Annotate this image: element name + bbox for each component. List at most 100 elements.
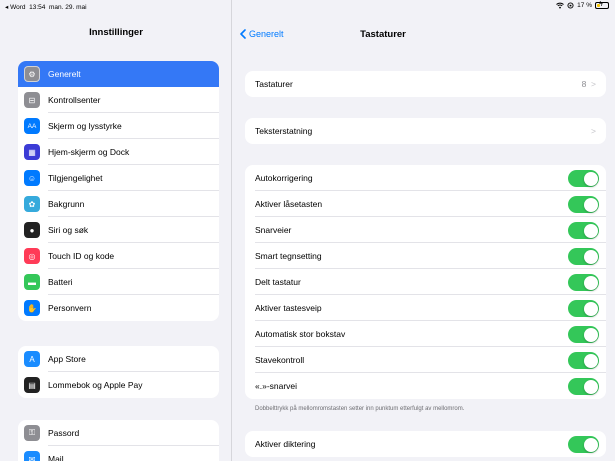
- sidebar-item-passord[interactable]: ⚿ Passord: [18, 420, 219, 446]
- sidebar-group: ⚿ Passord ✉ Mail: [18, 420, 219, 461]
- sidebar-item-label: Touch ID og kode: [48, 251, 115, 261]
- back-to-app-link[interactable]: ◂ Word: [5, 4, 25, 11]
- toggle-knob: [583, 249, 598, 264]
- setting-toggle-automatisk-stor-bokstav[interactable]: [568, 326, 599, 343]
- setting-label: Autokorrigering: [255, 173, 313, 183]
- sidebar-item-app-store[interactable]: A App Store: [18, 346, 219, 372]
- toggle-knob: [583, 171, 598, 186]
- sidebar-item-lommebok-og-apple-pay[interactable]: ▤ Lommebok og Apple Pay: [18, 372, 219, 398]
- mail-icon: ✉: [24, 451, 40, 461]
- setting-label: Aktiver låsetasten: [255, 199, 323, 209]
- wallet-icon: ▤: [24, 377, 40, 393]
- sidebar-item-label: Bakgrunn: [48, 199, 85, 209]
- sidebar-item-tilgjengelighet[interactable]: ☺ Tilgjengelighet: [18, 165, 219, 191]
- sidebar-item-label: Siri og søk: [48, 225, 89, 235]
- sidebar-title: Innstillinger: [89, 27, 143, 38]
- sidebar-item-label: Tilgjengelighet: [48, 173, 103, 183]
- sidebar-item-label: Passord: [48, 428, 80, 438]
- setting-label: Smart tegnsetting: [255, 251, 322, 261]
- app-store-icon: A: [24, 351, 40, 367]
- chevron-right-icon: >: [591, 79, 596, 89]
- text-replacement-label: Teksterstatning: [255, 126, 313, 136]
- status-time: 13:54: [29, 4, 46, 11]
- key-icon: ⚿: [24, 425, 40, 441]
- status-date: man. 29. mai: [49, 4, 87, 11]
- period-shortcut-footnote: Dobbelttrykk på mellomromstasten setter …: [255, 406, 465, 412]
- text-replacement-group: Teksterstatning >: [245, 118, 606, 144]
- control-center-icon: ⊟: [24, 92, 40, 108]
- setting-toggle-autokorrigering[interactable]: [568, 170, 599, 187]
- setting-label: Stavekontroll: [255, 355, 305, 365]
- sidebar-item-label: Generelt: [48, 69, 81, 79]
- sidebar-item-touch-id-og-kode[interactable]: ◎ Touch ID og kode: [18, 243, 219, 269]
- sidebar-item-label: App Store: [48, 354, 86, 364]
- sidebar-item-mail[interactable]: ✉ Mail: [18, 446, 219, 461]
- home-screen-icon: ▦: [24, 144, 40, 160]
- sidebar: Innstillinger ⚙ Generelt ⊟ Kontrollsenter AA…: [0, 0, 232, 461]
- setting-label: Aktiver tastesveip: [255, 303, 322, 313]
- toggles-group: Autokorrigering Aktiver låsetasten Snarvei…: [245, 165, 606, 399]
- keyboards-count: 8 >: [581, 79, 596, 89]
- sidebar-item-label: Mail: [48, 454, 64, 461]
- toggle-knob: [583, 379, 598, 394]
- setting-toggle-aktiver-tastesveip[interactable]: [568, 300, 599, 317]
- sidebar-item-label: Kontrollsenter: [48, 95, 101, 105]
- accessibility-icon: ☺: [24, 170, 40, 186]
- toggle-knob: [583, 353, 598, 368]
- battery-indicator-icon: ϟ: [595, 1, 609, 9]
- status-left: ◂ Word 13:54 man. 29. mai: [5, 3, 87, 11]
- wallpaper-icon: ✿: [24, 196, 40, 212]
- sidebar-item-label: Personvern: [48, 303, 92, 313]
- fingerprint-icon: ◎: [24, 248, 40, 264]
- setting-toggle-stavekontroll[interactable]: [568, 352, 599, 369]
- detail-header: Generelt Tastaturer: [233, 14, 615, 50]
- siri-icon: ●: [24, 222, 40, 238]
- page-title: Tastaturer: [360, 29, 406, 40]
- wifi-icon: [556, 2, 565, 9]
- text-replacement-row[interactable]: Teksterstatning >: [245, 118, 606, 144]
- setting-row-delt-tastatur: Delt tastatur: [245, 269, 606, 295]
- setting-row-aktiver-låsetasten: Aktiver låsetasten: [245, 191, 606, 217]
- setting-toggle-aktiver-låsetasten[interactable]: [568, 196, 599, 213]
- sidebar-item-generelt[interactable]: ⚙ Generelt: [18, 61, 219, 87]
- setting-row-aktiver-tastesveip: Aktiver tastesveip: [245, 295, 606, 321]
- sidebar-item-kontrollsenter[interactable]: ⊟ Kontrollsenter: [18, 87, 219, 113]
- hand-icon: ✋: [24, 300, 40, 316]
- setting-toggle-delt-tastatur[interactable]: [568, 274, 599, 291]
- toggle-knob: [583, 275, 598, 290]
- dictation-group: Aktiver diktering: [245, 431, 606, 457]
- status-bar: ◂ Word 13:54 man. 29. mai 17 % ϟ: [0, 0, 615, 14]
- sidebar-item-siri-og-søk[interactable]: ● Siri og søk: [18, 217, 219, 243]
- toggle-knob: [583, 301, 598, 316]
- setting-row-smart-tegnsetting: Smart tegnsetting: [245, 243, 606, 269]
- battery-icon: ▬: [24, 274, 40, 290]
- sidebar-item-label: Skjerm og lysstyrke: [48, 121, 122, 131]
- sidebar-item-label: Lommebok og Apple Pay: [48, 380, 143, 390]
- chevron-right-icon: >: [591, 126, 596, 136]
- battery-percent: 17 %: [577, 2, 592, 9]
- setting-toggle-snarvei[interactable]: [568, 378, 599, 395]
- setting-row-stavekontroll: Stavekontroll: [245, 347, 606, 373]
- setting-row-snarvei: «.»-snarvei: [245, 373, 606, 399]
- setting-label: «.»-snarvei: [255, 381, 298, 391]
- dictation-label: Aktiver diktering: [255, 439, 316, 449]
- sidebar-group: A App Store ▤ Lommebok og Apple Pay: [18, 346, 219, 398]
- setting-toggle-smart-tegnsetting[interactable]: [568, 248, 599, 265]
- sidebar-item-skjerm-og-lysstyrke[interactable]: AA Skjerm og lysstyrke: [18, 113, 219, 139]
- setting-row-autokorrigering: Autokorrigering: [245, 165, 606, 191]
- status-right: 17 % ϟ: [556, 1, 609, 9]
- setting-row-automatisk-stor-bokstav: Automatisk stor bokstav: [245, 321, 606, 347]
- sidebar-item-batteri[interactable]: ▬ Batteri: [18, 269, 219, 295]
- setting-label: Automatisk stor bokstav: [255, 329, 346, 339]
- sidebar-item-hjem-skjerm-og-dock[interactable]: ▦ Hjem-skjerm og Dock: [18, 139, 219, 165]
- toggle-knob: [583, 327, 598, 342]
- dictation-toggle[interactable]: [568, 436, 599, 453]
- sidebar-item-bakgrunn[interactable]: ✿ Bakgrunn: [18, 191, 219, 217]
- sidebar-item-personvern[interactable]: ✋ Personvern: [18, 295, 219, 321]
- gear-icon: ⚙: [24, 66, 40, 82]
- keyboards-row[interactable]: Tastaturer 8 >: [245, 71, 606, 97]
- setting-toggle-snarveier[interactable]: [568, 222, 599, 239]
- setting-label: Delt tastatur: [255, 277, 301, 287]
- setting-label: Snarveier: [255, 225, 292, 235]
- toggle-knob: [583, 197, 598, 212]
